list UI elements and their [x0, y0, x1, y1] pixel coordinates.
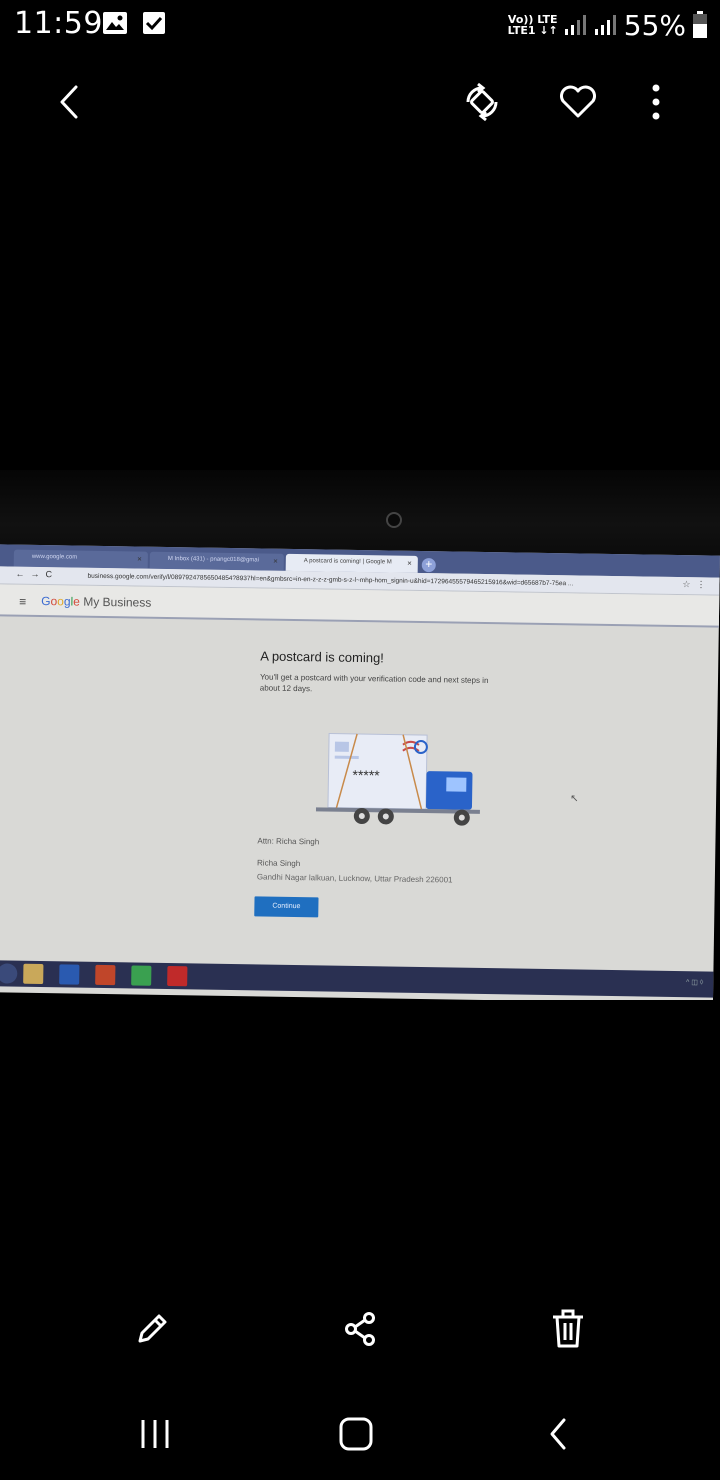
continue-button-in-photo: Continue	[254, 896, 319, 918]
status-bar: 11:59 Vo)) LTE LTE1 ↓↑ 55%	[0, 0, 720, 50]
windows-taskbar: ^ ◫ ◊	[0, 960, 714, 998]
menu-icon: ≡	[19, 594, 27, 609]
network-type-label: Vo)) LTE LTE1 ↓↑	[507, 13, 558, 37]
more-vertical-icon	[652, 84, 660, 120]
browser-tab: www.google.com ×	[13, 549, 148, 569]
home-button[interactable]	[316, 1400, 396, 1468]
signal-icon	[564, 15, 586, 35]
card-title: A postcard is coming!	[260, 648, 384, 666]
mouse-cursor-icon: ↖	[570, 793, 579, 805]
media-icon	[95, 964, 116, 986]
home-icon	[339, 1417, 373, 1451]
pencil-icon	[138, 1314, 167, 1343]
taskbar-tray: ^ ◫ ◊	[685, 979, 704, 987]
trash-icon	[553, 1309, 583, 1348]
mcafee-icon	[167, 966, 188, 987]
share-button[interactable]	[327, 1296, 393, 1362]
heart-icon	[560, 85, 596, 118]
verification-card: A postcard is coming! You'll get a postc…	[260, 648, 541, 697]
signal-icon-2	[594, 15, 616, 35]
new-tab-icon: +	[421, 557, 436, 573]
browser-nav-icons: ←→C	[15, 568, 59, 580]
postcard-truck-illustration: *****	[315, 733, 480, 826]
checkbox-notification-icon	[143, 12, 165, 34]
start-icon	[0, 963, 18, 984]
recipient-name: Richa Singh	[257, 858, 301, 869]
chrome-icon	[131, 965, 152, 986]
gallery-notification-icon	[103, 12, 127, 34]
recents-icon	[141, 1420, 169, 1448]
battery-icon	[693, 11, 707, 38]
photo-actions	[0, 1296, 720, 1362]
photo-image: www.google.com × M Inbox (431) - pnangc01…	[0, 470, 720, 1000]
recipient-address: Gandhi Nagar lalkuan, Lucknow, Uttar Pra…	[256, 872, 453, 885]
google-my-business-logo: Google My Business	[41, 593, 152, 610]
laptop-screen: www.google.com × M Inbox (431) - pnangc01…	[0, 544, 720, 1000]
viewer-toolbar	[0, 70, 720, 134]
delete-button[interactable]	[535, 1296, 601, 1362]
rotate-icon	[466, 82, 498, 122]
share-icon	[345, 1312, 375, 1346]
rotate-button[interactable]	[452, 70, 512, 134]
browser-tab: M Inbox (431) - pnangc018@gmai ×	[149, 551, 284, 571]
chevron-left-icon	[60, 85, 78, 119]
battery-percent: 55%	[623, 8, 686, 42]
status-time: 11:59	[14, 6, 103, 41]
system-nav-bar	[0, 1400, 720, 1468]
back-button[interactable]	[40, 70, 100, 134]
edge-icon	[59, 964, 80, 985]
favorite-button[interactable]	[548, 70, 608, 134]
edit-button[interactable]	[119, 1296, 185, 1362]
card-description: You'll get a postcard with your verifica…	[259, 672, 489, 694]
status-right-cluster: Vo)) LTE LTE1 ↓↑ 55%	[508, 8, 708, 42]
attn-line: Attn: Richa Singh	[257, 836, 320, 847]
browser-tab-active: A postcard is coming! | Google M ×	[285, 553, 418, 573]
recents-button[interactable]	[115, 1400, 195, 1468]
nav-back-button[interactable]	[518, 1400, 598, 1468]
webcam	[386, 512, 402, 528]
back-icon	[550, 1418, 566, 1450]
more-options-button[interactable]	[626, 70, 686, 134]
svg-text:*****: *****	[352, 767, 380, 783]
star-icon: ☆⋮	[682, 579, 712, 590]
folder-icon	[23, 963, 44, 985]
